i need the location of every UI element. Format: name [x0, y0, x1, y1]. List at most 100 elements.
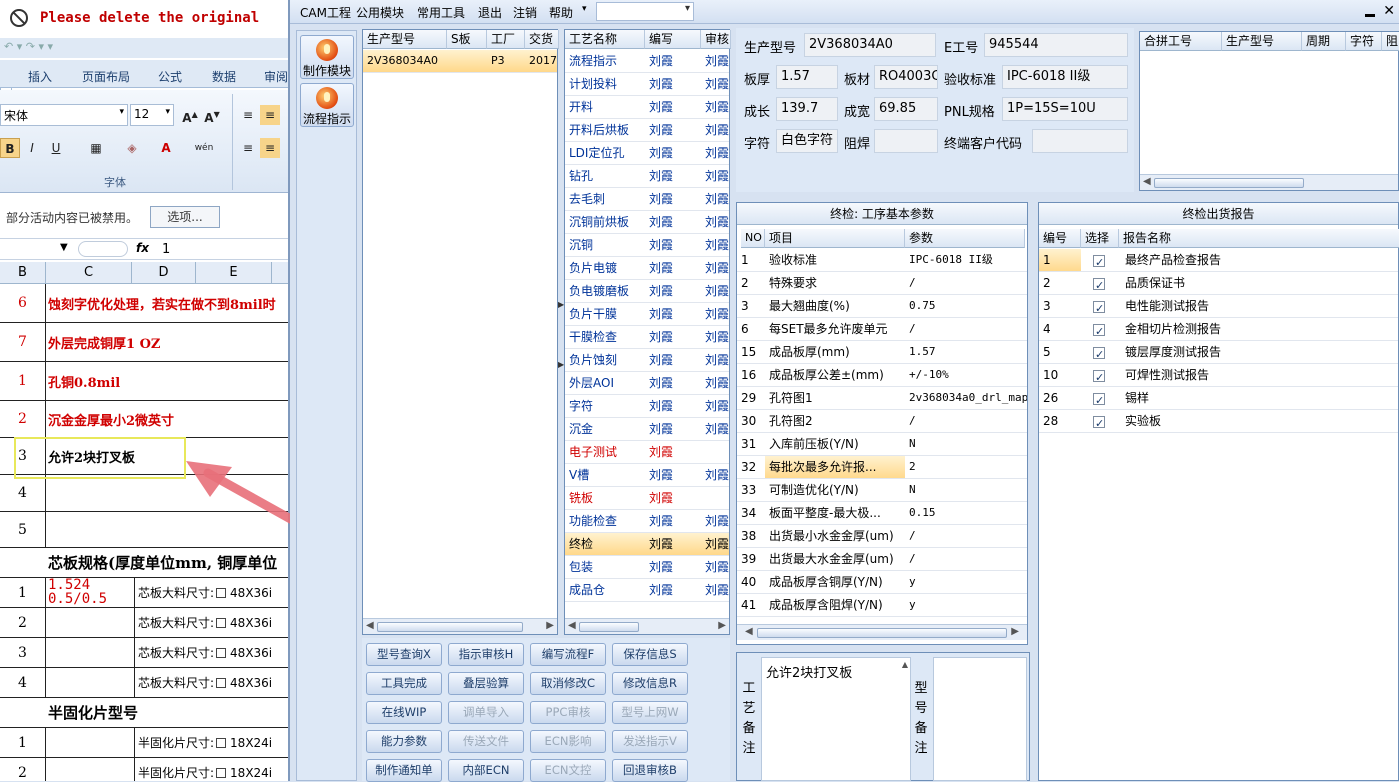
report-row[interactable]: 1 最终产品检查报告: [1039, 249, 1398, 272]
report-row[interactable]: 26 锡样: [1039, 387, 1398, 410]
param-row[interactable]: 41 成品板厚含阻焊(Y/N) y: [737, 594, 1027, 617]
report-checkbox[interactable]: [1093, 344, 1105, 363]
cell-text[interactable]: 孔铜0.8mil: [48, 362, 120, 400]
process-row[interactable]: 干膜检查 刘霞 刘霞: [565, 326, 729, 349]
process-row[interactable]: 沉金 刘霞 刘霞: [565, 418, 729, 441]
formula-input[interactable]: 1: [162, 242, 170, 257]
param-row[interactable]: 40 成品板厚含铜厚(Y/N) y: [737, 571, 1027, 594]
action-button[interactable]: 内部ECN: [448, 759, 524, 782]
process-row[interactable]: 外层AOI 刘霞 刘霞: [565, 372, 729, 395]
param-row[interactable]: 29 孔符图1 2v368034a0_drl_map: [737, 387, 1027, 410]
pp-size-cell[interactable]: 半固化片尺寸: 18X24i: [134, 728, 272, 757]
col-param[interactable]: 参数: [905, 229, 1025, 248]
field-width[interactable]: 69.85: [874, 97, 938, 121]
report-row[interactable]: 5 镀层厚度测试报告: [1039, 341, 1398, 364]
merge-hscroll[interactable]: ◀: [1140, 174, 1398, 190]
cell-text[interactable]: 蚀刻字优化处理，若实在做不到8mil时: [48, 284, 276, 322]
param-row[interactable]: 30 孔符图2 /: [737, 410, 1027, 433]
report-row[interactable]: 3 电性能测试报告: [1039, 295, 1398, 318]
process-row[interactable]: 去毛刺 刘霞 刘霞: [565, 188, 729, 211]
phonetic-icon[interactable]: wén: [194, 138, 214, 158]
process-row[interactable]: 开料后烘板 刘霞 刘霞: [565, 119, 729, 142]
core-size-cell[interactable]: 芯板大料尺寸: 48X36i: [134, 638, 272, 667]
font-size-select[interactable]: 12 ▾: [130, 104, 174, 126]
action-button[interactable]: 发送指示V: [612, 730, 688, 753]
report-row[interactable]: 4 金相切片检测报告: [1039, 318, 1398, 341]
col-header-b[interactable]: B: [0, 262, 46, 284]
chevron-down-icon[interactable]: ▾: [582, 4, 587, 14]
sheet-row[interactable]: 2 沉金金厚最小2微英寸: [0, 401, 288, 438]
process-row[interactable]: 钻孔 刘霞 刘霞: [565, 165, 729, 188]
field-solder-mask[interactable]: [874, 129, 938, 153]
action-button[interactable]: 工具完成: [366, 672, 442, 695]
report-checkbox[interactable]: [1093, 298, 1105, 317]
process-row[interactable]: 终检 刘霞 刘霞: [565, 533, 729, 556]
menu-combo[interactable]: [596, 2, 694, 21]
process-row[interactable]: 包装 刘霞 刘霞: [565, 556, 729, 579]
process-row[interactable]: 流程指示 刘霞 刘霞: [565, 50, 729, 73]
param-row[interactable]: 39 出货最大水金金厚(um) /: [737, 548, 1027, 571]
col-no[interactable]: NO: [741, 229, 765, 248]
col-merge-mask[interactable]: 阻: [1382, 32, 1399, 51]
process-row[interactable]: 负片电镀 刘霞 刘霞: [565, 257, 729, 280]
action-button[interactable]: 调单导入: [448, 701, 524, 724]
col-report-select[interactable]: 选择: [1081, 229, 1119, 248]
tab-data[interactable]: 数据: [212, 68, 236, 85]
italic-icon[interactable]: I: [22, 138, 42, 158]
col-s-board[interactable]: S板: [447, 30, 487, 49]
col-process-name[interactable]: 工艺名称: [565, 30, 645, 49]
process-row[interactable]: 负电镀磨板 刘霞 刘霞: [565, 280, 729, 303]
report-row[interactable]: 28 实验板: [1039, 410, 1398, 433]
col-header-e[interactable]: E: [196, 262, 272, 284]
col-merge-no[interactable]: 合拼工号: [1140, 32, 1222, 51]
menu-help[interactable]: 帮助: [549, 4, 573, 21]
action-button[interactable]: ECN文控: [530, 759, 606, 782]
border-icon[interactable]: ▦: [86, 138, 106, 158]
field-length[interactable]: 139.7: [776, 97, 838, 121]
minimize-icon[interactable]: [1365, 14, 1375, 17]
param-row[interactable]: 31 入库前压板(Y/N) N: [737, 433, 1027, 456]
sheet-row[interactable]: 6 蚀刻字优化处理，若实在做不到8mil时: [0, 284, 288, 323]
underline-icon[interactable]: U: [46, 138, 66, 158]
menu-tools[interactable]: 常用工具: [417, 4, 465, 21]
param-row[interactable]: 32 每批次最多允许报... 2: [737, 456, 1027, 479]
field-material[interactable]: RO4003C: [874, 65, 938, 89]
model-note-textarea[interactable]: [933, 657, 1027, 781]
core-size-cell[interactable]: 芯板大料尺寸: 48X36i: [134, 578, 272, 607]
col-merge-model[interactable]: 生产型号: [1222, 32, 1302, 51]
col-merge-legend[interactable]: 字符: [1346, 32, 1382, 51]
name-box-dropdown-icon[interactable]: ▼: [60, 242, 68, 253]
align-middle-icon[interactable]: ≡: [260, 105, 280, 125]
process-note-textarea[interactable]: 允许2块打叉板 ▲: [761, 657, 911, 781]
nav-make-module[interactable]: 制作模块: [300, 35, 354, 79]
field-pnl[interactable]: 1P=15S=10U: [1002, 97, 1128, 121]
close-icon[interactable]: ✕: [1383, 3, 1395, 19]
param-row[interactable]: 3 最大翘曲度(%) 0.75: [737, 295, 1027, 318]
process-row[interactable]: 电子测试 刘霞: [565, 441, 729, 464]
param-row[interactable]: 34 板面平整度-最大极... 0.15: [737, 502, 1027, 525]
action-button[interactable]: 叠层验算: [448, 672, 524, 695]
cell-text[interactable]: 外层完成铜厚1 OZ: [48, 323, 160, 361]
font-name-select[interactable]: 宋体 ▾: [0, 104, 128, 126]
field-model[interactable]: 2V368034A0: [804, 33, 936, 57]
action-button[interactable]: 能力参数: [366, 730, 442, 753]
field-legend[interactable]: 白色字符: [776, 129, 838, 153]
pp-size-cell[interactable]: 半固化片尺寸: 18X24i: [134, 758, 272, 781]
tab-review[interactable]: 审阅: [264, 68, 288, 85]
report-row[interactable]: 10 可焊性测试报告: [1039, 364, 1398, 387]
action-button[interactable]: 传送文件: [448, 730, 524, 753]
grow-font-icon[interactable]: A▲: [180, 105, 200, 125]
action-button[interactable]: 型号上网W: [612, 701, 688, 724]
shrink-font-icon[interactable]: A▼: [202, 105, 222, 125]
core-row[interactable]: 1 1.524 0.5/0.5 芯板大料尺寸: 48X36i: [0, 578, 288, 608]
param-row[interactable]: 2 特殊要求 /: [737, 272, 1027, 295]
report-checkbox[interactable]: [1093, 275, 1105, 294]
align-top-icon[interactable]: ≡: [238, 105, 258, 125]
process-row[interactable]: 负片蚀刻 刘霞 刘霞: [565, 349, 729, 372]
field-thickness[interactable]: 1.57: [776, 65, 838, 89]
report-checkbox[interactable]: [1093, 321, 1105, 340]
report-checkbox[interactable]: [1093, 252, 1105, 271]
menu-common-module[interactable]: 公用模块: [356, 4, 404, 21]
order-hscroll[interactable]: ◀ ▶: [363, 618, 557, 634]
process-row[interactable]: V槽 刘霞 刘霞: [565, 464, 729, 487]
